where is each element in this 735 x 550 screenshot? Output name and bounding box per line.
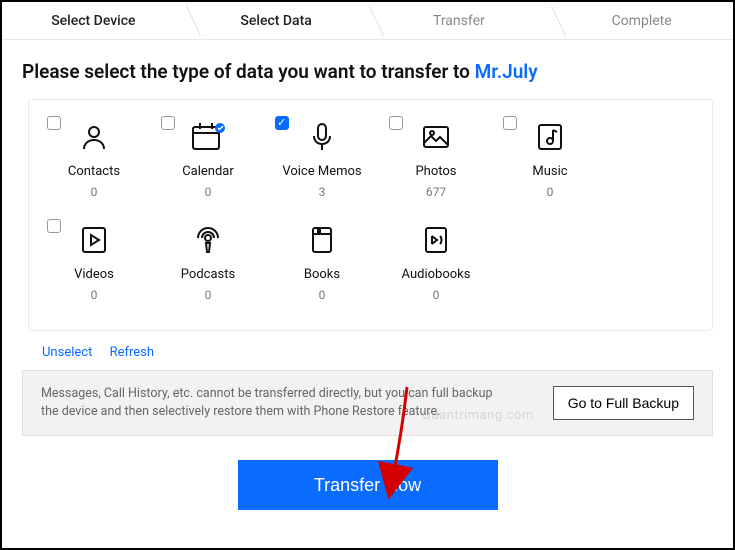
go-to-full-backup-button[interactable]: Go to Full Backup: [553, 386, 694, 420]
data-type-count: 677: [426, 185, 446, 199]
step-complete: Complete: [550, 2, 733, 39]
video-icon: [78, 221, 110, 259]
checkbox-photos[interactable]: [389, 116, 403, 130]
data-type-label: Photos: [415, 164, 456, 179]
step-label: Select Data: [240, 13, 311, 29]
step-select-data: Select Data: [185, 2, 368, 39]
data-type-videos[interactable]: Videos 0: [37, 219, 151, 302]
step-label: Select Device: [51, 13, 135, 29]
data-type-contacts[interactable]: Contacts 0: [37, 116, 151, 199]
transfer-now-button[interactable]: Transfer Now: [238, 460, 498, 510]
unselect-link[interactable]: Unselect: [42, 345, 92, 360]
data-types-card: Contacts 0 Calendar 0 Voice Memos 3 Photos 677 M…: [28, 99, 713, 331]
data-type-photos[interactable]: Photos 677: [379, 116, 493, 199]
heading-target: Mr.July: [475, 60, 538, 83]
checkbox-music[interactable]: [503, 116, 517, 130]
book-icon: [306, 221, 338, 259]
heading-prefix: Please select the type of data you want …: [22, 60, 475, 83]
backup-note-text: Messages, Call History, etc. cannot be t…: [41, 385, 501, 421]
data-type-label: Music: [532, 164, 567, 179]
data-type-count: 0: [91, 288, 98, 302]
data-type-label: Podcasts: [181, 267, 235, 282]
music-icon: [534, 118, 566, 156]
step-transfer: Transfer: [368, 2, 551, 39]
data-type-label: Contacts: [68, 164, 120, 179]
data-type-count: 0: [547, 185, 554, 199]
data-type-audiobooks[interactable]: Audiobooks 0: [379, 219, 493, 302]
data-type-label: Books: [304, 267, 340, 282]
data-type-music[interactable]: Music 0: [493, 116, 607, 199]
selection-links: Unselect Refresh: [42, 345, 713, 360]
contact-icon: [78, 118, 110, 156]
checkbox-videos[interactable]: [47, 219, 61, 233]
checkbox-voicememos[interactable]: [275, 116, 289, 130]
refresh-link[interactable]: Refresh: [110, 345, 154, 360]
step-label: Transfer: [433, 13, 485, 29]
data-type-books[interactable]: Books 0: [265, 219, 379, 302]
data-type-count: 0: [319, 288, 326, 302]
data-type-count: 0: [205, 185, 212, 199]
stepper: Select Device Select Data Transfer Compl…: [2, 2, 733, 40]
data-type-label: Voice Memos: [282, 164, 361, 179]
checkbox-contacts[interactable]: [47, 116, 61, 130]
step-select-device: Select Device: [2, 2, 185, 39]
data-type-voicememos[interactable]: Voice Memos 3: [265, 116, 379, 199]
data-type-count: 0: [205, 288, 212, 302]
data-types-grid: Contacts 0 Calendar 0 Voice Memos 3 Photos 677 M…: [37, 116, 704, 322]
podcast-icon: [192, 221, 224, 259]
data-type-label: Audiobooks: [402, 267, 471, 282]
data-type-podcasts[interactable]: Podcasts 0: [151, 219, 265, 302]
data-type-count: 0: [433, 288, 440, 302]
data-type-label: Videos: [74, 267, 114, 282]
data-type-count: 3: [319, 185, 326, 199]
image-icon: [420, 118, 452, 156]
checkbox-calendar[interactable]: [161, 116, 175, 130]
backup-note: Messages, Call History, etc. cannot be t…: [22, 370, 713, 436]
data-type-label: Calendar: [182, 164, 234, 179]
audiobook-icon: [420, 221, 452, 259]
step-label: Complete: [612, 13, 672, 29]
data-type-count: 0: [91, 185, 98, 199]
data-type-calendar[interactable]: Calendar 0: [151, 116, 265, 199]
mic-icon: [306, 118, 338, 156]
page-title: Please select the type of data you want …: [22, 60, 713, 83]
calendar-icon: [190, 118, 226, 156]
